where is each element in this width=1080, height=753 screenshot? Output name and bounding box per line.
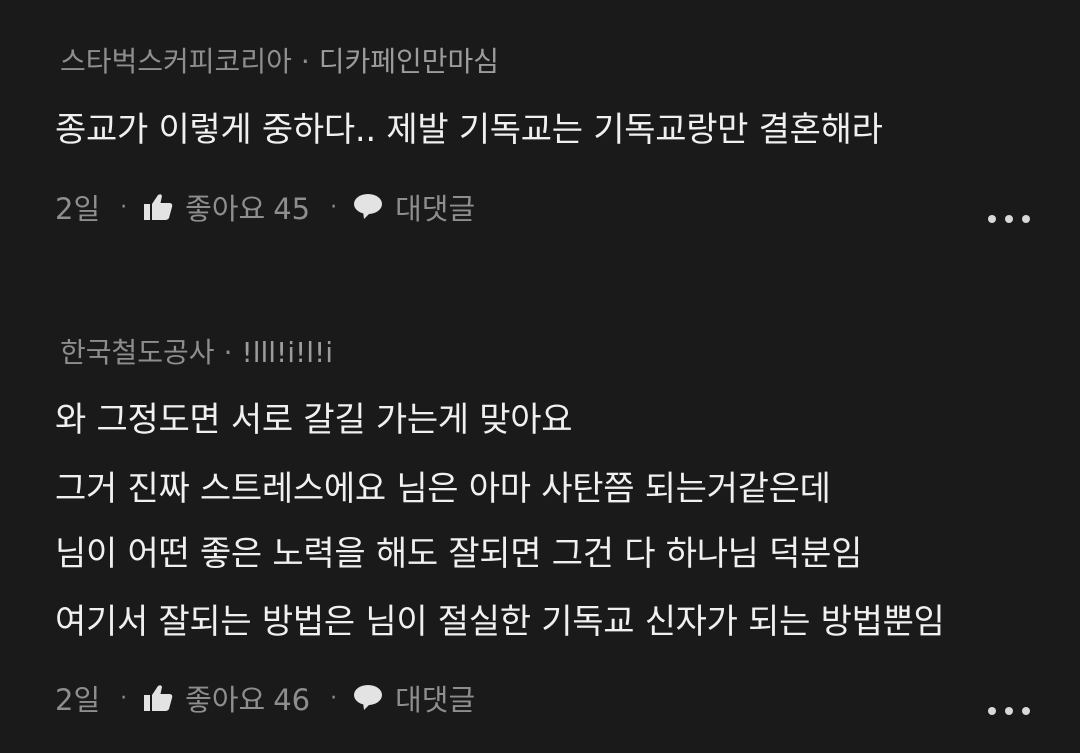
- author-nickname[interactable]: !lll!i!l!i: [241, 336, 333, 369]
- more-dot: [988, 215, 996, 223]
- more-options-icon[interactable]: [988, 213, 1030, 225]
- more-dot: [1022, 215, 1030, 223]
- comment-text-line: 여기서 잘되는 방법은 님이 절실한 기독교 신자가 되는 방법뿐임: [55, 602, 945, 642]
- comment-text-line: 님이 어떤 좋은 노력을 해도 잘되면 그건 다 하나님 덕분임: [55, 534, 863, 574]
- more-dot: [1005, 215, 1013, 223]
- like-count: 45: [273, 192, 311, 226]
- like-button[interactable]: 좋아요 46: [185, 677, 310, 719]
- like-button[interactable]: 좋아요 45: [185, 186, 310, 228]
- author-nickname[interactable]: 디카페인만마심: [319, 45, 499, 78]
- thumbs-up-icon[interactable]: [143, 684, 173, 712]
- comment-time: 2일: [55, 683, 101, 717]
- speech-bubble-icon[interactable]: [353, 684, 383, 712]
- reply-button[interactable]: 대댓글: [395, 677, 475, 719]
- action-separator: ·: [120, 685, 128, 711]
- comment-text-line: 종교가 이렇게 중하다.. 제발 기독교는 기독교랑만 결혼해라: [55, 110, 883, 150]
- more-dot: [988, 707, 996, 715]
- action-separator: ·: [330, 685, 338, 711]
- comment-text-line: 와 그정도면 서로 갈길 가는게 맞아요: [55, 400, 573, 440]
- thumbs-up-icon[interactable]: [143, 193, 173, 221]
- more-options-icon[interactable]: [988, 705, 1030, 717]
- more-dot: [1005, 707, 1013, 715]
- comment-meta: 한국철도공사 · !lll!i!l!i: [60, 336, 333, 370]
- comment-actions: 2일 · 좋아요 45 · 대댓글: [55, 187, 475, 227]
- meta-separator: ·: [300, 45, 310, 78]
- comment-text-line: 그거 진짜 스트레스에요 님은 아마 사탄쯤 되는거같은데: [55, 469, 831, 509]
- comment-actions: 2일 · 좋아요 46 · 대댓글: [55, 678, 475, 718]
- comment-time: 2일: [55, 192, 101, 226]
- reply-button[interactable]: 대댓글: [395, 186, 475, 228]
- action-separator: ·: [120, 194, 128, 220]
- like-label: 좋아요: [185, 683, 266, 717]
- more-dot: [1022, 707, 1030, 715]
- speech-bubble-icon[interactable]: [353, 193, 383, 221]
- meta-separator: ·: [223, 336, 233, 369]
- author-name[interactable]: 한국철도공사: [60, 336, 215, 369]
- like-label: 좋아요: [185, 192, 266, 226]
- author-name[interactable]: 스타벅스커피코리아: [60, 45, 292, 78]
- action-separator: ·: [330, 194, 338, 220]
- comment-meta: 스타벅스커피코리아 · 디카페인만마심: [60, 45, 499, 79]
- like-count: 46: [273, 683, 311, 717]
